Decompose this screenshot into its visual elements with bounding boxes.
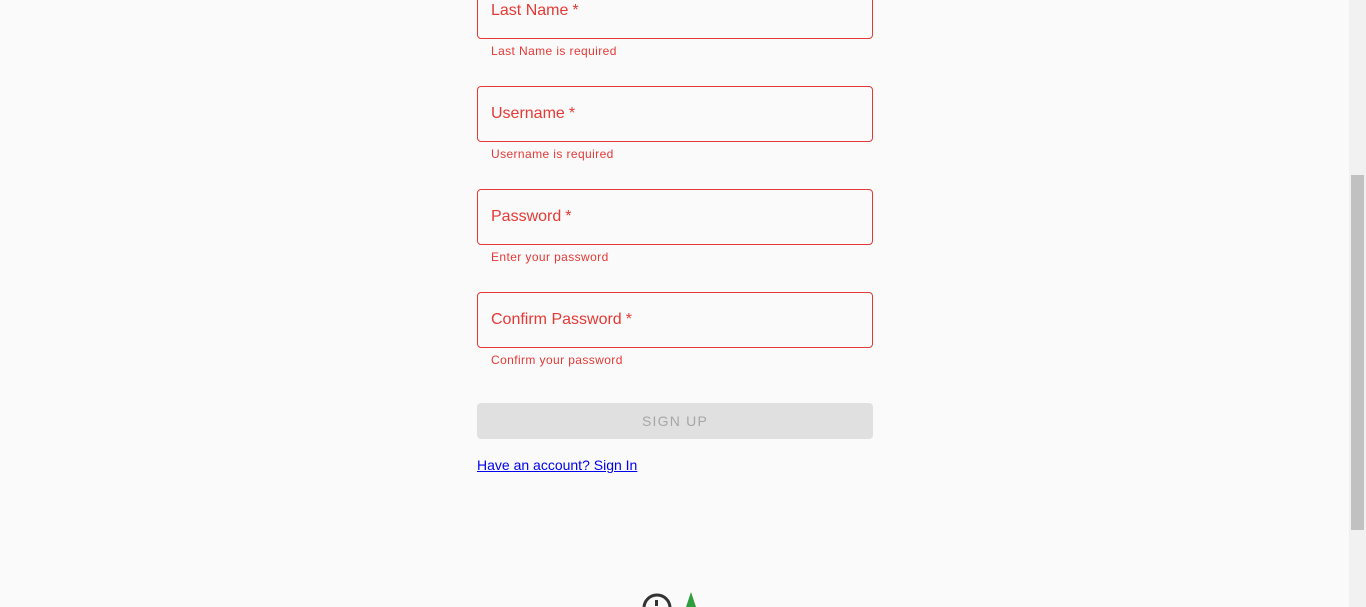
required-mark: *: [625, 311, 632, 328]
required-mark: *: [568, 105, 576, 122]
signup-page: Last Name * Last Name is required Usernam…: [0, 0, 1366, 607]
password-field[interactable]: Password *: [477, 189, 873, 245]
scrollbar-thumb[interactable]: [1351, 175, 1364, 530]
last-name-label: Last Name *: [491, 2, 579, 19]
password-label: Password *: [491, 208, 572, 225]
last-name-field[interactable]: Last Name *: [477, 0, 873, 39]
username-error: Username is required: [491, 147, 614, 161]
username-label: Username *: [491, 105, 576, 122]
confirm-password-field[interactable]: Confirm Password *: [477, 292, 873, 348]
page-scrollbar[interactable]: [1349, 0, 1366, 607]
password-error: Enter your password: [491, 250, 609, 264]
last-name-error: Last Name is required: [491, 44, 617, 58]
required-mark: *: [572, 2, 579, 19]
confirm-password-error: Confirm your password: [491, 353, 623, 367]
required-mark: *: [565, 208, 572, 225]
app-logo-icon: [634, 591, 704, 607]
username-field[interactable]: Username *: [477, 86, 873, 142]
sign-up-button[interactable]: SIGN UP: [477, 403, 873, 439]
confirm-password-label: Confirm Password *: [491, 311, 632, 328]
sign-in-link[interactable]: Have an account? Sign In: [477, 457, 637, 473]
